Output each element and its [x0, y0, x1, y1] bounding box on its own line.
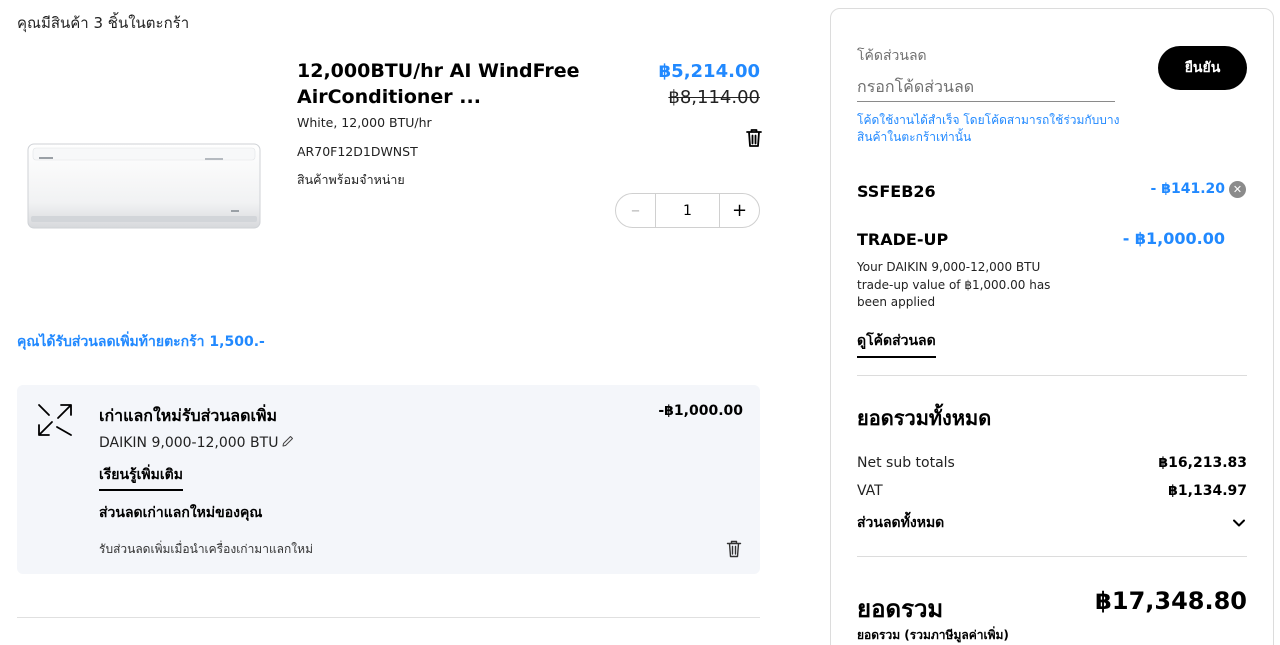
trade-in-title: เก่าแลกใหม่รับส่วนลดเพิ่ม	[99, 406, 278, 425]
order-summary-panel: โค้ดส่วนลด ยืนยัน โค้ดใช้งานได้สำเร็จ โด…	[830, 8, 1274, 645]
trade-in-amount: -฿1,000.00	[658, 403, 743, 419]
quantity-value[interactable]: 1	[656, 203, 719, 219]
product-image[interactable]	[25, 140, 265, 232]
view-codes-link[interactable]: ดูโค้ดส่วนลด	[857, 330, 936, 358]
trade-in-model: DAIKIN 9,000-12,000 BTU	[99, 435, 279, 451]
tradeup-description: Your DAIKIN 9,000-12,000 BTU trade-up va…	[857, 260, 1051, 309]
product-stock-status: สินค้าพร้อมจำหน่าย	[297, 172, 405, 187]
promo-code-label: โค้ดส่วนลด	[857, 48, 927, 64]
grand-total-subtitle: ยอดรวม (รวมภาษีมูลค่าเพิ่ม)	[857, 628, 1009, 642]
trash-icon	[746, 129, 762, 147]
original-price: ฿8,114.00	[668, 87, 760, 108]
sale-price: ฿5,214.00	[658, 61, 760, 82]
promo-hint: โค้ดใช้งานได้สำเร็จ โดยโค้ดสามารถใช้ร่วม…	[857, 113, 1120, 144]
trash-icon	[726, 540, 742, 558]
delete-item-button[interactable]	[744, 127, 764, 149]
product-sku: AR70F12D1DWNST	[297, 144, 418, 159]
grand-total-label: ยอดรวม	[857, 595, 944, 623]
quantity-stepper: – 1 +	[615, 193, 760, 228]
vat-label: VAT	[857, 483, 883, 499]
decrease-quantity-button[interactable]: –	[616, 194, 656, 227]
vat-value: ฿1,134.97	[1168, 483, 1247, 499]
total-heading: ยอดรวมทั้งหมด	[857, 406, 992, 430]
trade-in-description: รับส่วนลดเพิ่มเมื่อนำเครื่องเก่ามาแลกใหม…	[99, 542, 313, 556]
remove-trade-in-button[interactable]	[725, 539, 743, 559]
tradeup-name: TRADE-UP	[857, 230, 949, 249]
expand-discounts-button[interactable]	[1232, 515, 1246, 529]
edit-trade-in-button[interactable]	[281, 433, 295, 447]
minus-icon: –	[631, 200, 640, 221]
all-discounts-toggle[interactable]: ส่วนลดทั้งหมด	[857, 512, 944, 534]
chevron-down-icon	[1233, 519, 1245, 527]
applied-code-amount: - ฿141.20	[1150, 181, 1225, 197]
applied-code-name: SSFEB26	[857, 182, 936, 201]
increase-quantity-button[interactable]: +	[719, 194, 759, 227]
air-conditioner-image	[27, 143, 261, 229]
product-variant: White, 12,000 BTU/hr	[297, 115, 432, 130]
trade-in-icon	[35, 403, 75, 439]
extra-discount-note: คุณได้รับส่วนลดเพิ่มท้ายตะกร้า 1,500.-	[17, 334, 265, 350]
grand-total-value: ฿17,348.80	[1095, 587, 1247, 615]
tradeup-amount: - ฿1,000.00	[1122, 229, 1225, 248]
trade-in-card: เก่าแลกใหม่รับส่วนลดเพิ่ม DAIKIN 9,000-1…	[17, 385, 760, 574]
learn-more-link[interactable]: เรียนรู้เพิ่มเติม	[99, 464, 183, 491]
pencil-icon	[282, 436, 293, 447]
net-subtotal-label: Net sub totals	[857, 455, 955, 471]
net-subtotal-value: ฿16,213.83	[1158, 455, 1247, 471]
exchange-arrows-icon	[38, 404, 72, 436]
summary-divider	[857, 556, 1247, 557]
section-divider	[17, 617, 760, 618]
confirm-promo-button[interactable]: ยืนยัน	[1158, 46, 1247, 90]
product-title[interactable]: 12,000BTU/hr AI WindFree AirConditioner …	[297, 58, 597, 110]
cart-count: คุณมีสินค้า 3 ชิ้นในตะกร้า	[17, 14, 190, 32]
summary-divider	[857, 375, 1247, 376]
plus-icon: +	[731, 200, 748, 221]
close-icon: ✕	[1232, 183, 1243, 196]
remove-code-button[interactable]: ✕	[1229, 181, 1246, 198]
trade-in-subtitle: ส่วนลดเก่าแลกใหม่ของคุณ	[99, 505, 263, 521]
promo-code-input[interactable]	[857, 71, 1115, 102]
